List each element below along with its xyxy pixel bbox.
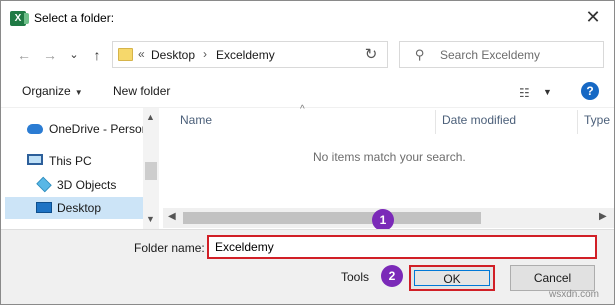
column-header-type[interactable]: Type xyxy=(584,113,610,133)
breadcrumb-exceldemy[interactable]: Exceldemy xyxy=(216,48,275,62)
step-badge-1: 1 xyxy=(372,209,394,231)
forward-button[interactable]: → xyxy=(41,46,59,64)
chevron-down-icon: ⌄ xyxy=(69,49,79,61)
empty-folder-message: No items match your search. xyxy=(313,150,466,164)
content-area: OneDrive - Person This PC 3D Objects Des… xyxy=(1,104,614,232)
3d-objects-icon xyxy=(36,176,52,193)
search-box[interactable]: ⚲ Search Exceldemy xyxy=(399,41,604,68)
column-header-date-modified[interactable]: Date modified xyxy=(442,113,516,133)
excel-icon-letter: X xyxy=(14,13,22,24)
bottom-panel: Folder name: Tools OK Cancel xyxy=(1,229,614,304)
refresh-icon: ↻ xyxy=(364,46,378,63)
scroll-down-icon[interactable]: ▼ xyxy=(146,214,155,224)
up-button[interactable]: ↑ xyxy=(88,46,106,64)
close-icon: ✕ xyxy=(585,7,601,27)
view-caret-down-icon[interactable]: ▼ xyxy=(543,87,552,97)
watermark: wsxdn.com xyxy=(549,289,600,300)
excel-app-icon: X xyxy=(10,11,29,26)
organize-label: Organize xyxy=(22,84,71,98)
back-button[interactable]: ← xyxy=(15,46,33,64)
navigation-pane: OneDrive - Person This PC 3D Objects Des… xyxy=(1,108,159,232)
nav-item-3d-objects[interactable]: 3D Objects xyxy=(5,174,143,196)
help-icon[interactable]: ? xyxy=(581,82,599,100)
cancel-button[interactable]: Cancel xyxy=(510,265,595,291)
folder-name-input[interactable] xyxy=(207,235,597,259)
onedrive-icon xyxy=(27,124,43,134)
new-folder-button[interactable]: New folder xyxy=(113,84,170,98)
view-options-icon[interactable]: ☷ xyxy=(519,86,530,100)
ok-button[interactable]: OK xyxy=(409,265,495,291)
dialog-title: Select a folder: xyxy=(34,11,115,25)
sort-ascending-icon: ^ xyxy=(300,104,305,115)
nav-item-label: 3D Objects xyxy=(57,178,117,192)
recent-locations-button[interactable]: ⌄ xyxy=(65,46,83,64)
nav-item-label: Desktop xyxy=(57,201,102,215)
nav-item-this-pc[interactable]: This PC xyxy=(5,150,143,172)
tools-label: Tools xyxy=(341,270,370,284)
back-arrow-icon: ← xyxy=(17,47,31,63)
nav-item-label: OneDrive - Person xyxy=(49,122,143,136)
computer-icon xyxy=(27,154,43,165)
address-bar[interactable]: « Desktop › Exceldemy ⌄ xyxy=(112,41,458,68)
column-divider[interactable] xyxy=(435,110,436,134)
command-toolbar: Organize ▼ New folder ☷ ▼ ? xyxy=(1,77,614,107)
desktop-icon xyxy=(36,202,52,213)
column-divider[interactable] xyxy=(577,110,578,134)
scroll-left-icon[interactable]: ◀ xyxy=(168,211,176,222)
step-badge-2: 2 xyxy=(381,265,403,287)
nav-item-label: This PC xyxy=(49,154,92,168)
select-folder-dialog: X Select a folder: ✕ ← → ⌄ ↑ « Desktop ›… xyxy=(0,0,615,305)
navigation-row: ← → ⌄ ↑ « Desktop › Exceldemy ⌄ ↻ ⚲ Sear… xyxy=(1,35,614,75)
nav-item-onedrive[interactable]: OneDrive - Person xyxy=(5,118,143,140)
scroll-up-icon[interactable]: ▲ xyxy=(146,112,155,122)
tools-button[interactable]: Tools xyxy=(341,270,369,284)
scroll-right-icon[interactable]: ▶ xyxy=(599,211,607,222)
breadcrumb-overflow-icon[interactable]: « xyxy=(138,47,145,61)
title-bar: X Select a folder: ✕ xyxy=(1,1,614,35)
refresh-button[interactable]: ↻ xyxy=(355,41,388,68)
caret-down-icon: ▼ xyxy=(74,88,83,97)
column-header-name[interactable]: Name xyxy=(180,113,212,133)
folder-name-label: Folder name: xyxy=(134,241,205,255)
folder-icon xyxy=(118,48,133,61)
search-input[interactable]: Search Exceldemy xyxy=(440,48,540,62)
up-arrow-icon: ↑ xyxy=(93,47,101,63)
nav-item-desktop[interactable]: Desktop xyxy=(5,197,143,219)
breadcrumb-separator-icon[interactable]: › xyxy=(203,47,207,61)
organize-button[interactable]: Organize ▼ xyxy=(22,84,83,98)
close-button[interactable]: ✕ xyxy=(580,6,606,30)
breadcrumb-desktop[interactable]: Desktop xyxy=(151,48,195,62)
forward-arrow-icon: → xyxy=(43,47,57,63)
horizontal-scroll-thumb[interactable] xyxy=(183,212,481,224)
search-icon: ⚲ xyxy=(415,47,425,62)
nav-pane-scrollbar[interactable]: ▲ ▼ xyxy=(143,108,159,232)
scroll-thumb[interactable] xyxy=(145,162,157,180)
